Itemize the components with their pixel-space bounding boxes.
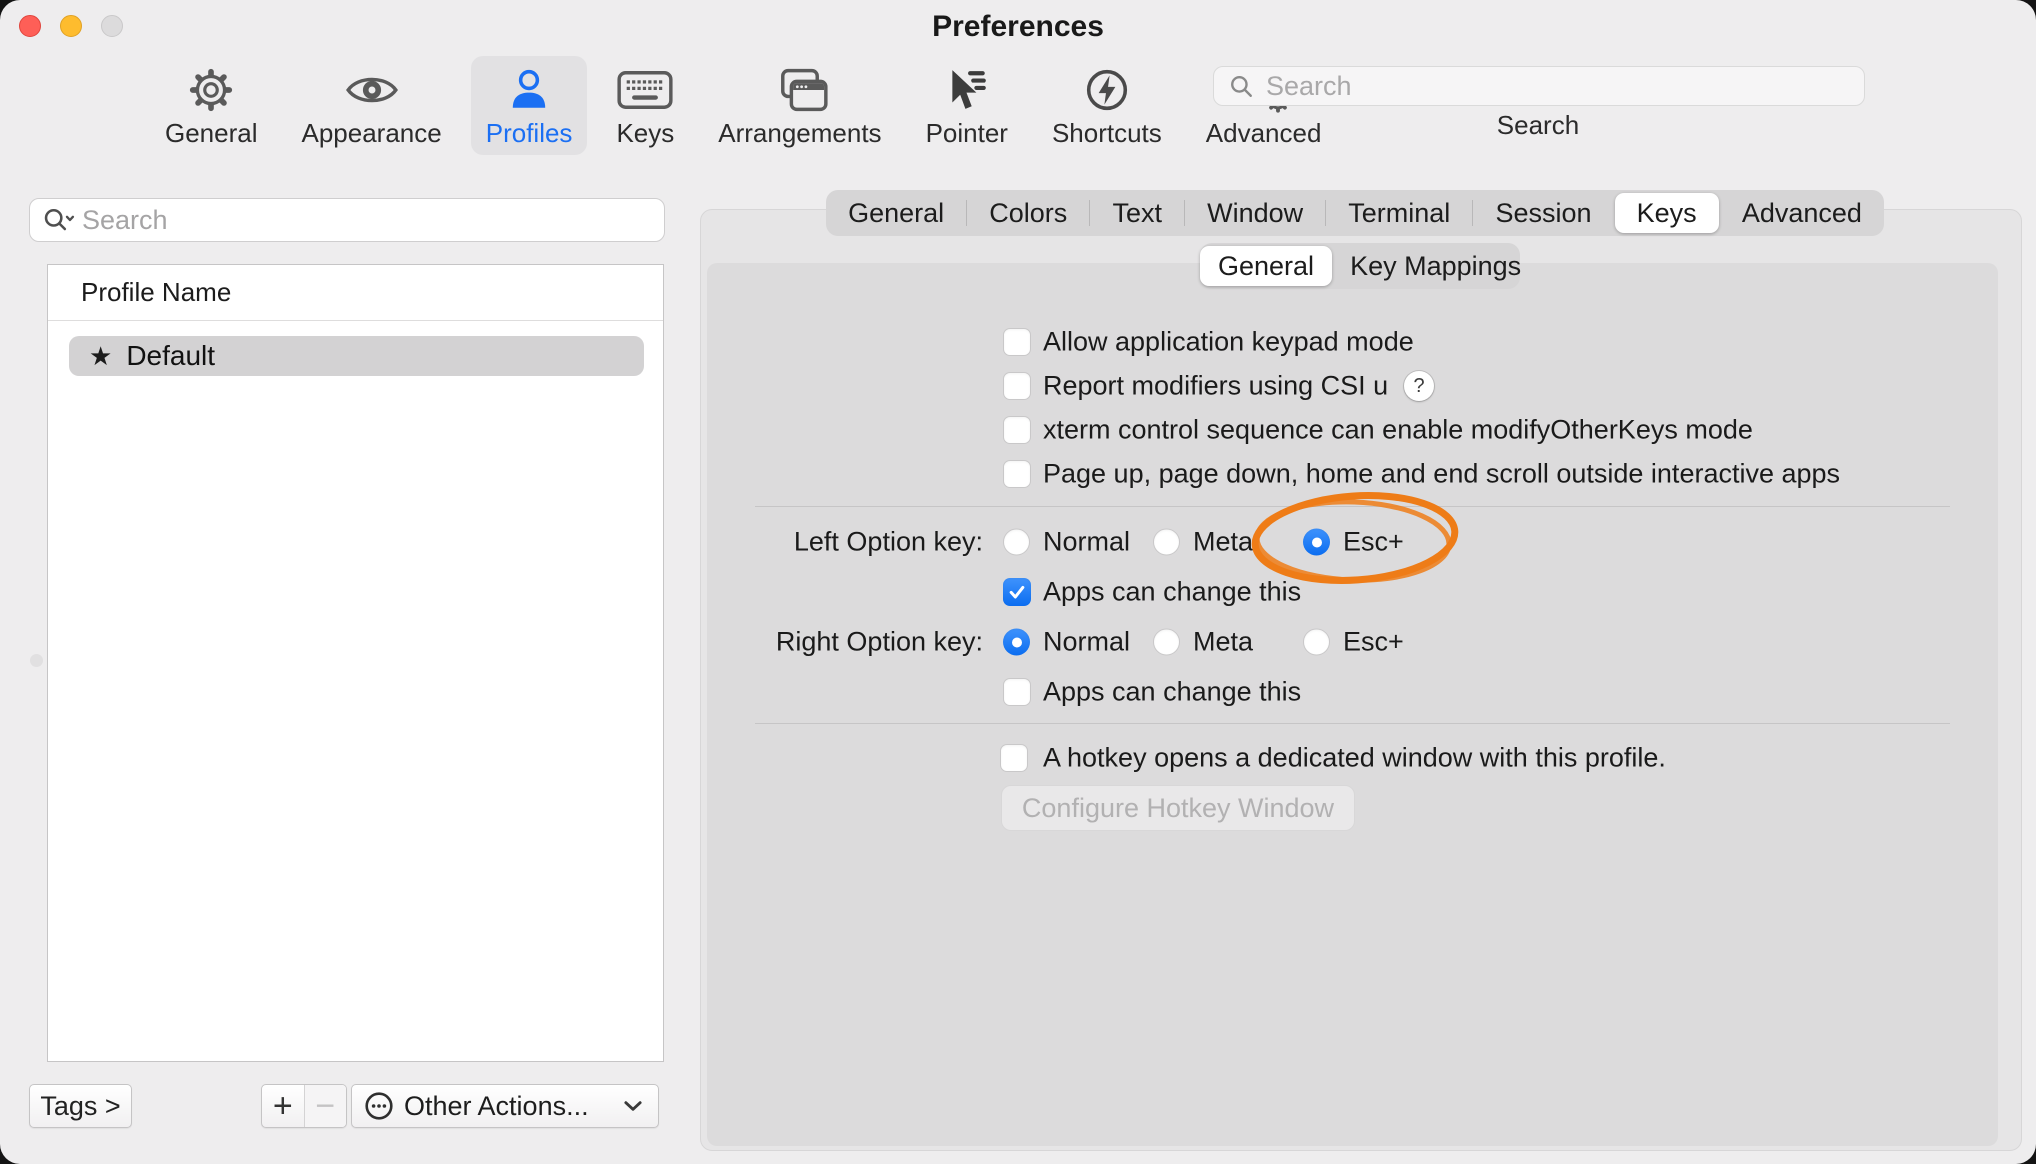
chevron-down-icon (622, 1099, 644, 1113)
hotkey-checkbox[interactable] (1000, 744, 1028, 772)
toolbar-item-label: Appearance (302, 118, 442, 149)
toolbar-item-shortcuts[interactable]: Shortcuts (1037, 56, 1177, 155)
tags-button-label: Tags > (40, 1091, 120, 1122)
radio-label: Esc+ (1343, 527, 1404, 558)
checkbox-label: A hotkey opens a dedicated window with t… (1043, 743, 1666, 774)
left-option-normal-radio[interactable] (1003, 529, 1030, 556)
gear-icon (188, 64, 234, 116)
checkbox-row: xterm control sequence can enable modify… (0, 408, 2036, 452)
page-scroll-checkbox[interactable] (1003, 460, 1031, 488)
tab-keys[interactable]: Keys (1615, 193, 1719, 233)
toolbar-search-field[interactable] (1213, 66, 1865, 106)
toolbar-item-general[interactable]: General (150, 56, 273, 155)
radio-label: Meta (1193, 627, 1253, 658)
checkbox-label: Allow application keypad mode (1043, 327, 1414, 358)
radio-label: Normal (1043, 627, 1130, 658)
checkbox-label: Report modifiers using CSI u (1043, 371, 1388, 402)
preferences-toolbar: General Appearance Profiles Keys Arrange… (150, 56, 1336, 155)
ellipsis-circle-icon (364, 1091, 394, 1121)
right-option-label: Right Option key: (700, 627, 983, 658)
search-icon (1228, 73, 1254, 99)
tab-advanced[interactable]: Advanced (1720, 193, 1884, 233)
right-option-normal-radio[interactable] (1003, 629, 1030, 656)
toolbar-search-label: Search (1213, 110, 1863, 141)
toolbar-search-input[interactable] (1264, 70, 1828, 103)
right-apps-change-checkbox[interactable] (1003, 678, 1031, 706)
left-apps-change-row: Apps can change this (0, 570, 2036, 614)
toolbar-item-label: Pointer (926, 118, 1008, 149)
tab-window[interactable]: Window (1185, 193, 1325, 233)
tags-button[interactable]: Tags > (29, 1084, 132, 1128)
other-actions-label: Other Actions... (404, 1091, 589, 1122)
radio-dot (1012, 637, 1022, 647)
profile-search-input[interactable] (80, 204, 624, 237)
radio-label: Esc+ (1343, 627, 1404, 658)
cursor-icon (944, 64, 990, 116)
add-profile-button[interactable]: + (262, 1085, 304, 1127)
section-divider (755, 506, 1950, 507)
window-title: Preferences (0, 10, 2036, 44)
tab-session[interactable]: Session (1473, 193, 1613, 233)
toolbar-item-profiles[interactable]: Profiles (471, 56, 588, 155)
configure-hotkey-window-button[interactable]: Configure Hotkey Window (1001, 785, 1355, 831)
toolbar-item-label: Keys (616, 118, 674, 149)
tab-colors[interactable]: Colors (967, 193, 1089, 233)
toolbar-item-appearance[interactable]: Appearance (287, 56, 457, 155)
left-option-esc-radio[interactable] (1303, 529, 1330, 556)
windows-icon (772, 64, 828, 116)
radio-label: Normal (1043, 527, 1130, 558)
right-apps-change-row: Apps can change this (0, 670, 2036, 714)
person-icon (506, 64, 552, 116)
subtab-key-mappings[interactable]: Key Mappings (1332, 246, 1539, 286)
toolbar-item-pointer[interactable]: Pointer (911, 56, 1023, 155)
section-divider (755, 723, 1950, 724)
preferences-window: Preferences General Appearance Profiles … (0, 0, 2036, 1164)
checkbox-label: Apps can change this (1043, 577, 1301, 608)
left-option-label: Left Option key: (700, 527, 983, 558)
toolbar-item-label: Arrangements (718, 118, 881, 149)
toolbar-item-label: Profiles (486, 118, 573, 149)
toolbar-item-label: Shortcuts (1052, 118, 1162, 149)
profile-search-field[interactable] (29, 198, 665, 242)
checkbox-label: Page up, page down, home and end scroll … (1043, 459, 1840, 490)
left-option-meta-radio[interactable] (1153, 529, 1180, 556)
toolbar-item-arrangements[interactable]: Arrangements (703, 56, 896, 155)
right-option-row: Right Option key: Normal Meta Esc+ (0, 620, 2036, 664)
tab-text[interactable]: Text (1090, 193, 1184, 233)
radio-label: Meta (1193, 527, 1253, 558)
checkbox-row: Report modifiers using CSI u ? (0, 364, 2036, 408)
checkmark-icon (1007, 582, 1027, 602)
screenshot-stage: Preferences General Appearance Profiles … (0, 0, 2036, 1164)
keys-subtabs: General Key Mappings (1200, 243, 1520, 289)
checkbox-label: Apps can change this (1043, 677, 1301, 708)
left-option-row: Left Option key: Normal Meta Esc+ (0, 520, 2036, 564)
add-remove-group: + − (261, 1084, 347, 1128)
help-button[interactable]: ? (1404, 371, 1434, 401)
toolbar-item-keys[interactable]: Keys (601, 56, 689, 155)
profile-tabs: General Colors Text Window Terminal Sess… (826, 190, 1884, 236)
tab-terminal[interactable]: Terminal (1326, 193, 1472, 233)
csi-u-checkbox[interactable] (1003, 372, 1031, 400)
checkbox-label: xterm control sequence can enable modify… (1043, 415, 1753, 446)
modify-other-keys-checkbox[interactable] (1003, 416, 1031, 444)
right-option-esc-radio[interactable] (1303, 629, 1330, 656)
tab-general[interactable]: General (826, 193, 966, 233)
left-apps-change-checkbox[interactable] (1003, 578, 1031, 606)
subtab-general[interactable]: General (1200, 246, 1332, 286)
hotkey-row: A hotkey opens a dedicated window with t… (0, 736, 2036, 780)
checkbox-row: Allow application keypad mode (0, 320, 2036, 364)
keyboard-icon (617, 64, 673, 116)
remove-profile-button[interactable]: − (304, 1085, 347, 1127)
checkbox-row: Page up, page down, home and end scroll … (0, 452, 2036, 496)
eye-icon (346, 64, 398, 116)
toolbar-item-label: General (165, 118, 258, 149)
allow-keypad-checkbox[interactable] (1003, 328, 1031, 356)
profile-list-header: Profile Name (48, 265, 663, 321)
bolt-circle-icon (1084, 64, 1130, 116)
other-actions-dropdown[interactable]: Other Actions... (351, 1084, 659, 1128)
search-scope-icon (42, 206, 76, 234)
radio-dot (1312, 537, 1322, 547)
right-option-meta-radio[interactable] (1153, 629, 1180, 656)
